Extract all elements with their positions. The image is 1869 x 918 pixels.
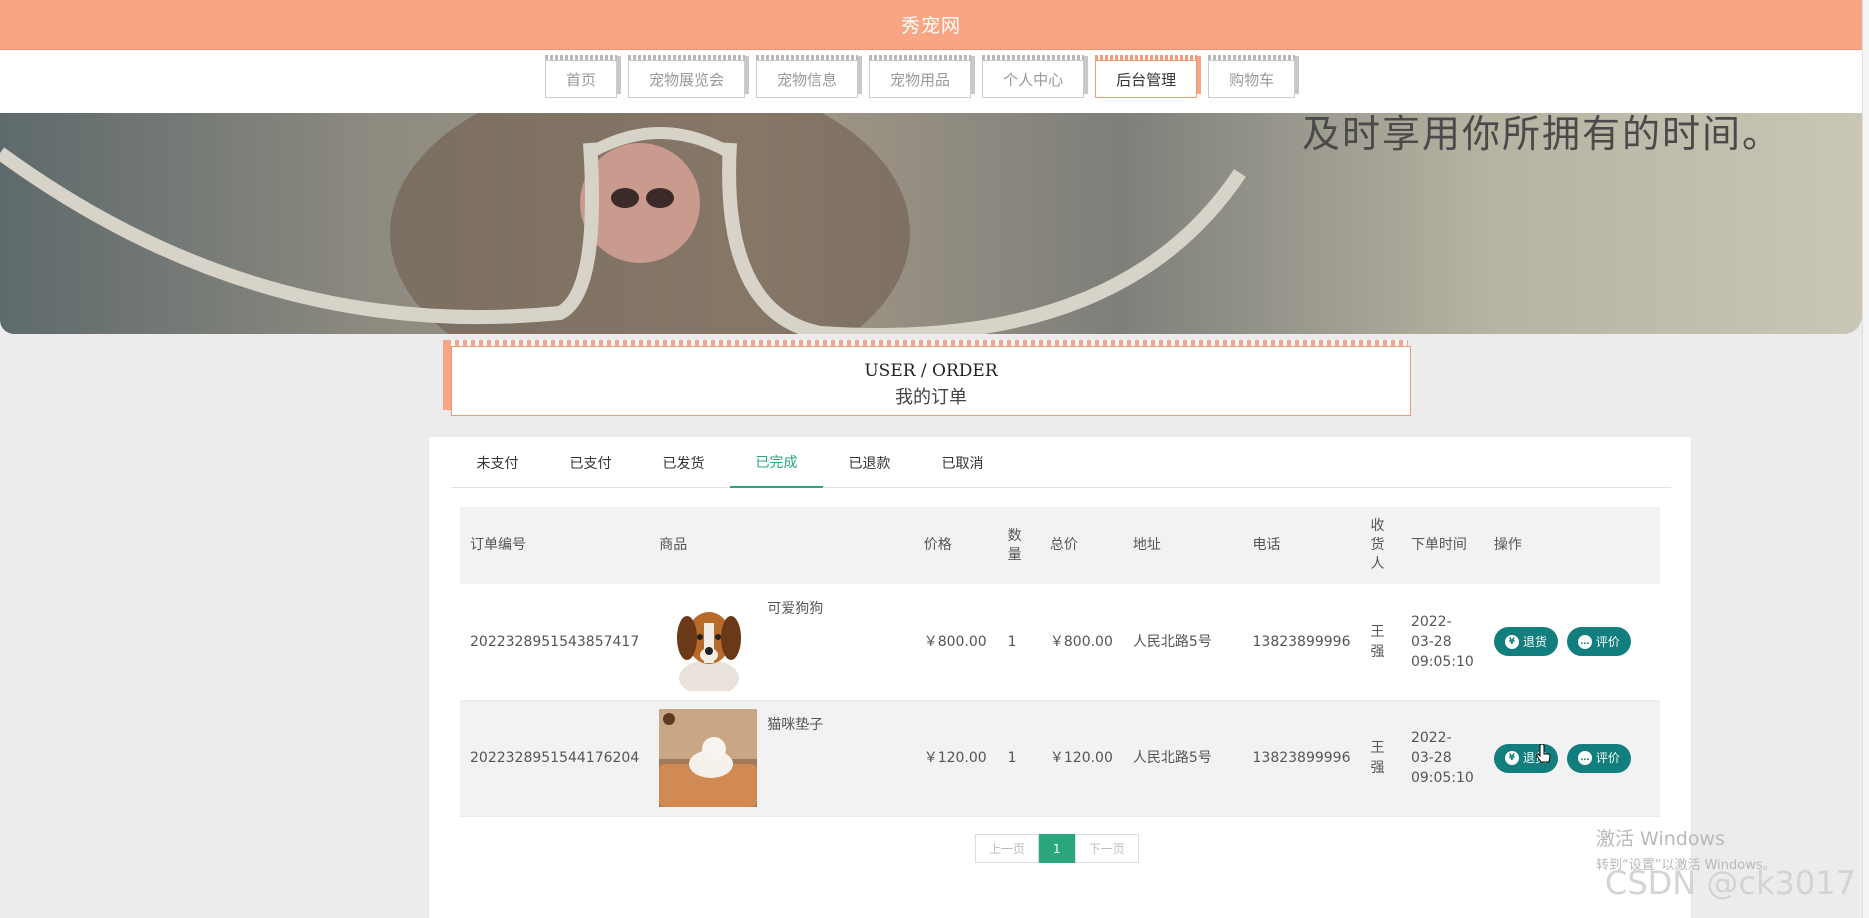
nav-tab-admin[interactable]: 后台管理 — [1095, 55, 1198, 98]
col-time: 下单时间 — [1410, 537, 1467, 553]
nav-tab-home[interactable]: 首页 — [545, 55, 618, 98]
review-button[interactable]: … 评价 — [1566, 743, 1631, 773]
order-no: 2022328951544176204 — [470, 750, 640, 766]
address: 人民北路5号 — [1132, 633, 1212, 650]
goods-name[interactable]: 可爱狗狗 — [767, 599, 823, 619]
order-time: 09:05:10 — [1410, 653, 1474, 670]
table-row: 2022328951544176204 猫咪垫子 ￥120.00 1 ￥120.… — [460, 700, 1660, 816]
col-order-no: 订单编号 — [470, 537, 526, 553]
tab-shipped[interactable]: 已发货 — [637, 437, 730, 488]
col-goods: 商品 — [659, 537, 688, 553]
hand-cursor-icon — [1536, 744, 1551, 763]
price: ￥800.00 — [923, 633, 987, 650]
section-title-en: USER / ORDER — [864, 361, 998, 381]
goods-image-dog[interactable] — [659, 592, 758, 691]
section-title-zh: 我的订单 — [895, 387, 967, 408]
page-1-button[interactable]: 1 — [1039, 834, 1075, 863]
nav-tab-user-center[interactable]: 个人中心 — [982, 55, 1085, 98]
table-header-row: 订单编号 商品 价格 数量 总价 地址 电话 收货人 下单时间 操作 — [460, 507, 1660, 584]
goods-image-cat-cushion[interactable] — [659, 709, 758, 807]
order-date: 2022-03-28 — [1410, 613, 1452, 650]
pagination: 上一页 1 下一页 — [975, 834, 1139, 863]
col-receiver: 收货人 — [1370, 518, 1385, 572]
tab-refunded[interactable]: 已退款 — [823, 437, 916, 488]
refund-button[interactable]: ¥ 退货 — [1493, 627, 1558, 657]
total: ￥120.00 — [1049, 750, 1113, 766]
tab-paid[interactable]: 已支付 — [544, 437, 637, 488]
col-total: 总价 — [1049, 537, 1078, 553]
chat-bubble-icon: … — [1577, 634, 1592, 649]
col-qty: 数量 — [1007, 527, 1022, 563]
phone: 13823899996 — [1252, 750, 1351, 766]
price: ￥120.00 — [923, 750, 987, 766]
col-price: 价格 — [923, 537, 952, 553]
section-heading: USER / ORDER 我的订单 — [443, 340, 1411, 416]
prev-page-button[interactable]: 上一页 — [975, 834, 1040, 863]
main-nav: 首页 宠物展览会 宠物信息 宠物用品 个人中心 后台管理 购物车 — [0, 50, 1862, 113]
banner-slogan: 及时享用你所拥有的时间。 — [1301, 113, 1782, 156]
col-phone: 电话 — [1252, 537, 1281, 553]
orders-table: 订单编号 商品 价格 数量 总价 地址 电话 收货人 下单时间 操作 20223… — [460, 507, 1660, 817]
watermark-line1: 激活 Windows — [1596, 828, 1725, 850]
quantity: 1 — [1007, 750, 1017, 766]
orders-panel: 未支付 已支付 已发货 已完成 已退款 已取消 订单编号 商品 价格 数量 总价… — [429, 437, 1691, 918]
tab-cancelled[interactable]: 已取消 — [916, 437, 1009, 488]
order-time: 09:05:10 — [1410, 770, 1474, 786]
col-address: 地址 — [1132, 537, 1161, 553]
order-date: 2022-03-28 — [1410, 730, 1452, 766]
address: 人民北路5号 — [1132, 750, 1212, 766]
order-status-tabs: 未支付 已支付 已发货 已完成 已退款 已取消 — [451, 437, 1671, 488]
yen-circle-icon: ¥ — [1504, 634, 1519, 649]
csdn-watermark: CSDN @ck3017 — [1605, 864, 1856, 902]
next-page-button[interactable]: 下一页 — [1074, 834, 1139, 863]
order-no: 2022328951543857417 — [470, 633, 640, 650]
col-ops: 操作 — [1493, 537, 1522, 553]
goods-name[interactable]: 猫咪垫子 — [767, 715, 823, 735]
receiver: 王强 — [1370, 740, 1385, 776]
hero-banner: 及时享用你所拥有的时间。 — [0, 113, 1862, 334]
table-row: 2022328951543857417 可爱狗狗 ￥800.00 1 ￥800.… — [460, 584, 1660, 700]
yen-circle-icon: ¥ — [1504, 751, 1519, 765]
site-header: 秀宠网 — [0, 0, 1862, 50]
nav-tab-pet-show[interactable]: 宠物展览会 — [628, 55, 746, 98]
chat-bubble-icon: … — [1577, 751, 1592, 765]
page-scrollbar[interactable] — [1862, 0, 1869, 918]
nav-tab-pet-info[interactable]: 宠物信息 — [756, 55, 859, 98]
receiver: 王强 — [1370, 623, 1385, 660]
phone: 13823899996 — [1252, 633, 1351, 650]
review-button[interactable]: … 评价 — [1566, 627, 1631, 657]
tab-completed[interactable]: 已完成 — [730, 437, 823, 488]
site-title: 秀宠网 — [900, 15, 961, 37]
total: ￥800.00 — [1049, 633, 1113, 650]
tab-unpaid[interactable]: 未支付 — [451, 437, 544, 488]
quantity: 1 — [1007, 633, 1017, 650]
nav-tab-cart[interactable]: 购物车 — [1208, 55, 1296, 98]
nav-tab-pet-supplies[interactable]: 宠物用品 — [869, 55, 972, 98]
